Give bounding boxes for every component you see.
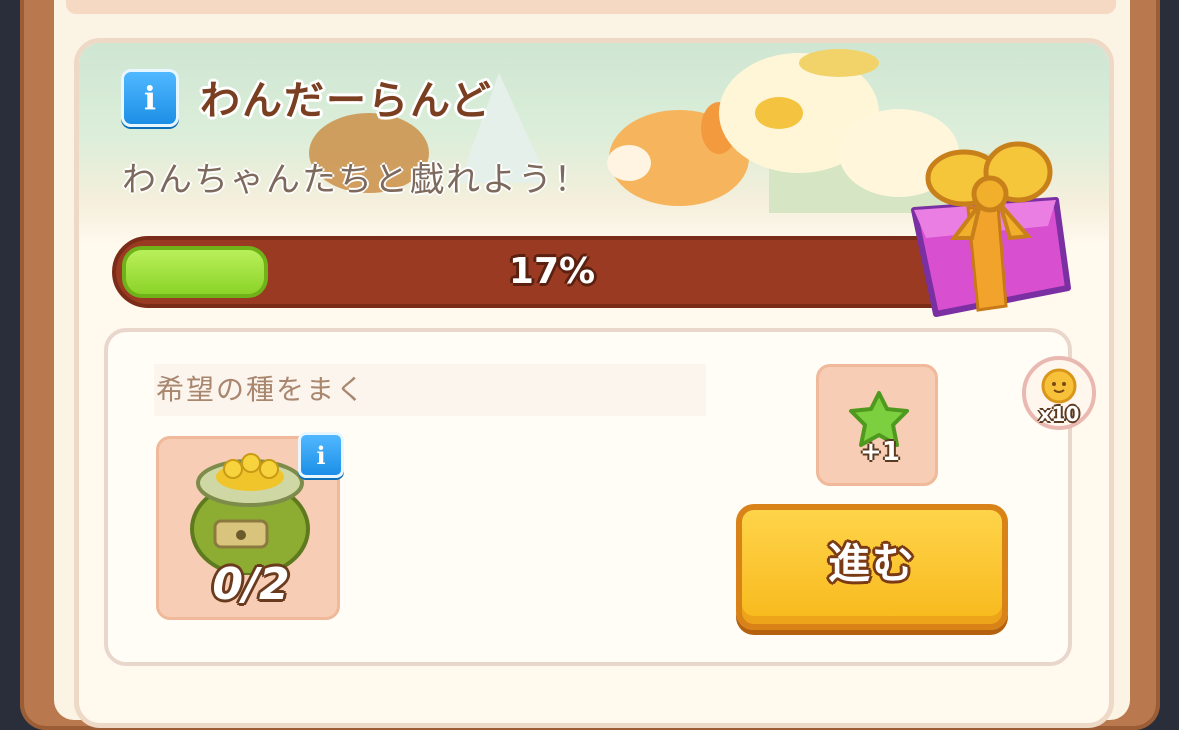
bonus-badge[interactable]: x10 <box>1022 356 1096 430</box>
reward-amount: +1 <box>860 437 900 467</box>
seed-bag-icon <box>190 453 310 575</box>
go-button[interactable]: 進む <box>736 504 1008 630</box>
progress-bar: 17% <box>112 236 992 308</box>
gift-box-icon[interactable] <box>906 138 1076 318</box>
progress-label: 17% <box>508 251 596 292</box>
seed-progress-count: 0/2 <box>212 559 290 610</box>
seed-info-icon[interactable]: i <box>298 432 344 478</box>
top-strip <box>66 0 1116 14</box>
go-button-label: 進む <box>827 539 916 588</box>
info-icon[interactable]: i <box>121 69 179 127</box>
task-name: 希望の種をまく <box>154 364 706 416</box>
reward-tile[interactable]: +1 <box>816 364 938 486</box>
event-subtitle: わんちゃんたちと戯れよう！ <box>122 160 590 200</box>
bonus-multiplier: x10 <box>1038 402 1080 426</box>
event-title: わんだーらんど <box>200 78 493 124</box>
task-card: 希望の種をまく 0/2 i +1 進む <box>104 328 1072 666</box>
sun-coin-icon <box>1041 368 1077 404</box>
